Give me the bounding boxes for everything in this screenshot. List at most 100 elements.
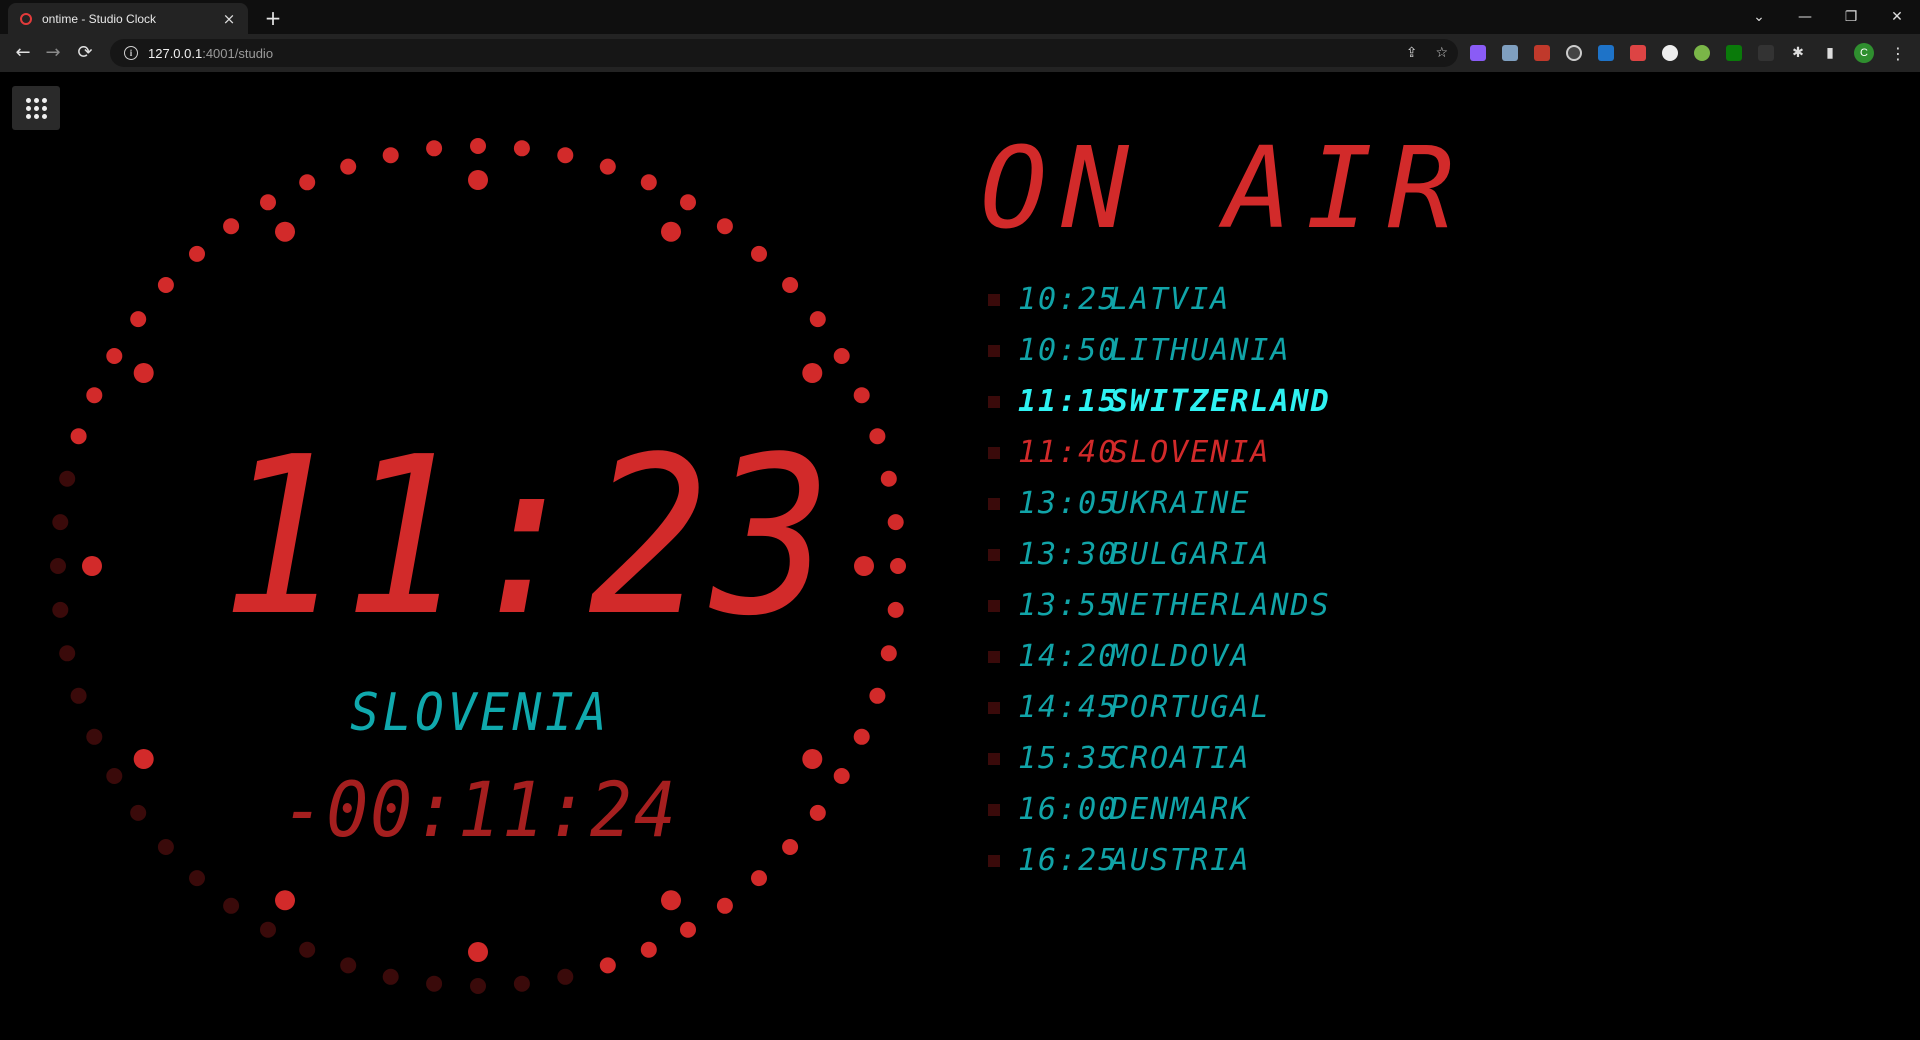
event-title: BULGARIA (1110, 537, 1271, 572)
schedule-event: 16:25 AUSTRIA (988, 835, 1688, 886)
site-info-icon[interactable]: i (124, 46, 138, 60)
extension-icon[interactable] (1662, 45, 1678, 61)
second-dot (640, 941, 657, 958)
extension-icon[interactable] (1726, 45, 1742, 61)
new-tab-button[interactable]: + (260, 5, 286, 31)
second-dot (782, 839, 799, 855)
second-dot (426, 140, 443, 157)
schedule-event: 16:00 DENMARK (988, 784, 1688, 835)
event-title: PORTUGAL (1110, 690, 1271, 725)
second-dot (130, 804, 147, 821)
second-dot (833, 768, 850, 784)
reload-button[interactable]: ⟳ (72, 40, 98, 66)
extension-icon[interactable] (1502, 45, 1518, 61)
hour-marker-dot (468, 170, 488, 190)
event-title: DENMARK (1110, 792, 1251, 827)
extension-icon[interactable] (1534, 45, 1550, 61)
schedule-event: 14:20 MOLDOVA (988, 631, 1688, 682)
event-title: MOLDOVA (1110, 639, 1251, 674)
extension-icon[interactable] (1566, 45, 1582, 61)
schedule-event: 11:15 SWITZERLAND (988, 376, 1688, 427)
schedule-event: 10:50 LITHUANIA (988, 325, 1688, 376)
event-marker (988, 497, 1000, 510)
side-panel-icon[interactable]: ▮ (1822, 45, 1838, 61)
hour-marker-dot (275, 890, 295, 911)
second-dot (299, 174, 316, 191)
current-event-title: SLOVENIA (350, 683, 610, 743)
second-dot (59, 645, 76, 662)
tab-close-icon[interactable]: × (220, 10, 238, 28)
bookmark-star-icon[interactable]: ☆ (1435, 45, 1448, 61)
address-bar[interactable]: i 127.0.0.1:4001/studio ⇪ ☆ (110, 39, 1458, 67)
browser-tab[interactable]: ontime - Studio Clock × (8, 3, 248, 34)
event-time: 10:50 (1018, 333, 1119, 368)
hour-marker-dot (468, 942, 488, 962)
event-time: 11:15 (1018, 384, 1119, 419)
event-time: 10:25 (1018, 282, 1119, 317)
event-title: SWITZERLAND (1110, 384, 1331, 419)
extension-icon[interactable] (1630, 45, 1646, 61)
extensions-bar: ✱ ▮ C ⋮ (1470, 43, 1906, 63)
schedule-event: 13:05 UKRAINE (988, 478, 1688, 529)
studio-clock-page: 11:23 SLOVENIA -00:11:24 ON AIR 10:25 LAT… (0, 72, 1920, 1040)
restore-button[interactable]: ❐ (1828, 0, 1874, 34)
event-time: 13:05 (1018, 486, 1119, 521)
second-dot (887, 514, 904, 531)
second-dot (299, 941, 316, 958)
menu-icon[interactable]: ⋮ (1890, 44, 1906, 63)
second-dot (223, 218, 240, 235)
event-marker (988, 599, 1000, 612)
event-marker (988, 344, 1000, 357)
extension-icon[interactable] (1758, 45, 1774, 61)
second-dot (340, 158, 357, 175)
second-dot (106, 768, 123, 784)
schedule-list: 10:25 LATVIA 10:50 LITHUANIA 11:15 SWITZERLAN… (988, 274, 1688, 886)
second-dot (426, 975, 443, 992)
second-dot (853, 728, 870, 745)
puzzle-icon[interactable]: ✱ (1790, 45, 1806, 61)
url-text[interactable]: 127.0.0.1:4001/studio (148, 46, 1388, 61)
schedule-event: 13:30 BULGARIA (988, 529, 1688, 580)
countdown-timer: -00:11:24 (282, 765, 678, 854)
extension-icon[interactable] (1470, 45, 1486, 61)
hour-marker-dot (133, 749, 154, 769)
forward-button[interactable]: → (40, 40, 66, 66)
second-dot (599, 158, 616, 175)
hour-marker-dot (133, 363, 154, 383)
second-dot (470, 978, 486, 994)
tab-title: ontime - Studio Clock (42, 11, 157, 26)
second-dot (106, 348, 123, 364)
extension-icon[interactable] (1598, 45, 1614, 61)
second-dot (513, 975, 530, 992)
back-button[interactable]: ← (10, 40, 36, 66)
second-dot (189, 245, 205, 262)
event-marker (988, 854, 1000, 867)
event-time: 14:20 (1018, 639, 1119, 674)
second-dot (640, 174, 657, 191)
close-window-button[interactable]: ✕ (1874, 0, 1920, 34)
event-title: UKRAINE (1110, 486, 1251, 521)
event-marker (988, 803, 1000, 816)
on-air-indicator: ON AIR (980, 124, 1469, 254)
second-dot (869, 687, 886, 704)
event-title: CROATIA (1110, 741, 1251, 776)
second-dot (782, 277, 799, 293)
event-marker (988, 446, 1000, 459)
hour-marker-dot (275, 221, 295, 242)
event-marker (988, 752, 1000, 765)
second-dot (52, 601, 69, 618)
second-dot (260, 194, 276, 211)
tab-search-icon[interactable]: ⌄ (1736, 0, 1782, 34)
hour-marker-dot (661, 221, 681, 242)
schedule-event: 15:35 CROATIA (988, 733, 1688, 784)
minimize-button[interactable]: — (1782, 0, 1828, 34)
second-dot (557, 968, 574, 985)
hour-marker-dot (854, 556, 874, 576)
share-icon[interactable]: ⇪ (1406, 45, 1418, 61)
second-dot (86, 728, 103, 745)
event-title: SLOVENIA (1110, 435, 1271, 470)
extension-icon[interactable] (1694, 45, 1710, 61)
second-dot (680, 921, 696, 938)
second-dot (189, 870, 205, 887)
profile-avatar[interactable]: C (1854, 43, 1874, 63)
